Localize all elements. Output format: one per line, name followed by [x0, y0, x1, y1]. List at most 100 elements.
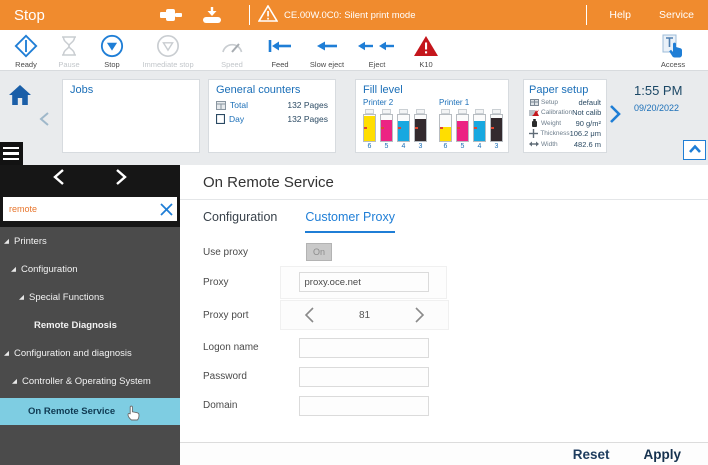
- ink-tank-yellow: 6: [363, 109, 376, 150]
- sidebar-item-printers[interactable]: ◢Printers: [0, 227, 180, 255]
- red-alert-triangle-icon: [413, 34, 439, 58]
- machine-status-label: Stop: [14, 7, 159, 24]
- search-input[interactable]: [3, 204, 155, 214]
- k10-alert-button[interactable]: K10: [400, 34, 452, 69]
- nav-forward-chevron-icon[interactable]: [114, 168, 128, 191]
- password-label: Password: [203, 371, 280, 382]
- access-button[interactable]: Access: [648, 34, 698, 69]
- help-button[interactable]: Help: [609, 9, 631, 21]
- sidebar-item-remote-diagnosis[interactable]: Remote Diagnosis: [0, 311, 180, 339]
- counter-row-total: Total 132 Pages: [216, 100, 328, 110]
- ink-tank-magenta: 5: [456, 109, 469, 150]
- decrement-chevron-icon[interactable]: [303, 306, 315, 324]
- general-counters-title: General counters: [216, 84, 328, 96]
- logon-name-label: Logon name: [203, 342, 280, 353]
- printer-action-toolbar: Ready Pause Stop Immediate stop Speed: [0, 30, 708, 71]
- tree-expand-icon: ◢: [4, 237, 9, 245]
- warning-message: CE.00W.0C0: Silent print mode: [284, 10, 415, 21]
- scroll-left-chevron-icon[interactable]: [38, 111, 50, 132]
- scroll-right-chevron-icon[interactable]: [608, 104, 621, 129]
- tab-configuration[interactable]: Configuration: [203, 210, 277, 233]
- top-status-bar: Stop CE.00W.0C0: Silent print mode Help …: [0, 0, 708, 30]
- customer-proxy-form: Use proxy On Proxy Proxy port 81: [180, 239, 708, 420]
- clock-panel: 1:55 PM 09/20/2022: [634, 83, 682, 113]
- fill-level-card[interactable]: Fill level Printer 2 6 5 4 3 Printer 1: [355, 79, 509, 153]
- apply-button[interactable]: Apply: [643, 447, 681, 462]
- proxy-port-value[interactable]: 81: [359, 310, 370, 321]
- dashboard-strip: Jobs General counters Total 132 Pages Da…: [0, 71, 708, 165]
- reset-button[interactable]: Reset: [573, 447, 610, 462]
- sidebar-item-on-remote-service[interactable]: On Remote Service: [0, 398, 180, 425]
- tree-expand-icon: ◢: [19, 293, 24, 301]
- sidebar-item-configuration[interactable]: ◢Configuration: [0, 255, 180, 283]
- paper-setup-title: Paper setup: [529, 84, 601, 96]
- thickness-icon: [529, 129, 538, 138]
- jobs-card[interactable]: Jobs: [62, 79, 200, 153]
- service-button[interactable]: Service: [659, 9, 694, 21]
- sidebar-item-configuration-and-diagnosis[interactable]: ◢Configuration and diagnosis: [0, 339, 180, 367]
- day-counter-icon: [216, 114, 225, 124]
- paper-row-thickness: Thickness 106.2 μm: [529, 129, 601, 138]
- warning-triangle-icon: [258, 5, 278, 25]
- clear-search-icon[interactable]: [155, 203, 177, 216]
- double-left-arrow-icon: [357, 34, 397, 58]
- printer-control-screen: Stop CE.00W.0C0: Silent print mode Help …: [0, 0, 708, 465]
- counter-row-day: Day 132 Pages: [216, 114, 328, 124]
- hand-cursor-icon: [126, 404, 141, 424]
- page-title: On Remote Service: [180, 165, 708, 199]
- paper-row-setup: Setup default: [529, 98, 601, 107]
- ink-tank-cyan: 4: [397, 109, 410, 150]
- ink-tank-black: 3: [414, 109, 427, 150]
- warning-banner[interactable]: CE.00W.0C0: Silent print mode: [258, 5, 415, 25]
- proxy-input[interactable]: [299, 272, 429, 292]
- stop-button[interactable]: Stop: [92, 34, 132, 69]
- form-row-logon-name: Logon name: [203, 333, 708, 362]
- pause-button[interactable]: Pause: [46, 34, 92, 69]
- use-proxy-toggle[interactable]: On: [306, 243, 332, 261]
- logon-name-input[interactable]: [299, 338, 429, 358]
- slow-eject-button[interactable]: Slow eject: [300, 34, 354, 69]
- stop-circle-icon: [100, 34, 124, 58]
- form-row-use-proxy: Use proxy On: [203, 239, 708, 265]
- sidebar-item-special-functions[interactable]: ◢Special Functions: [0, 283, 180, 311]
- general-counters-card[interactable]: General counters Total 132 Pages Day 132…: [208, 79, 336, 153]
- sidebar-search-area: [0, 193, 180, 227]
- password-input[interactable]: [299, 367, 429, 387]
- hourglass-icon: [59, 34, 79, 58]
- weight-icon: [529, 119, 539, 127]
- nav-back-chevron-icon[interactable]: [52, 168, 66, 191]
- speed-button[interactable]: Speed: [204, 34, 260, 69]
- domain-label: Domain: [203, 400, 280, 411]
- access-hand-icon: [661, 34, 685, 58]
- ready-button[interactable]: Ready: [6, 34, 46, 69]
- paper-row-calibration: Calibration Not calib: [529, 108, 601, 117]
- immediate-stop-circle-icon: [156, 34, 180, 58]
- tab-bar: Configuration Customer Proxy: [180, 200, 708, 233]
- ready-diamond-icon: [14, 34, 38, 58]
- time-display: 1:55 PM: [634, 83, 682, 98]
- date-display: 09/20/2022: [634, 103, 682, 113]
- tab-customer-proxy[interactable]: Customer Proxy: [305, 210, 395, 233]
- home-icon[interactable]: [8, 84, 32, 111]
- navigation-tree: ◢Printers ◢Configuration ◢Special Functi…: [0, 227, 180, 425]
- paper-setup-card[interactable]: Paper setup Setup default Calibration No…: [523, 79, 607, 153]
- form-row-password: Password: [203, 362, 708, 391]
- form-row-proxy-port: Proxy port 81: [203, 299, 708, 331]
- sidebar-item-controller-operating-system[interactable]: ◢Controller & Operating System: [0, 367, 180, 395]
- total-counter-icon: [216, 101, 226, 110]
- grid-icon: [529, 99, 539, 106]
- navigation-sidebar: ◢Printers ◢Configuration ◢Special Functi…: [0, 165, 180, 465]
- immediate-stop-button[interactable]: Immediate stop: [132, 34, 204, 69]
- form-row-domain: Domain: [203, 391, 708, 420]
- download-tray-icon[interactable]: [201, 7, 223, 24]
- proxy-port-stepper: 81: [280, 300, 449, 330]
- collapse-dashboard-button[interactable]: [683, 140, 706, 160]
- domain-input[interactable]: [299, 396, 429, 416]
- fill-level-title: Fill level: [363, 84, 501, 96]
- main-content: On Remote Service Configuration Customer…: [180, 165, 708, 465]
- connector-icon[interactable]: [159, 7, 183, 23]
- feed-button[interactable]: Feed: [260, 34, 300, 69]
- menu-hamburger-button[interactable]: [0, 142, 23, 165]
- eject-button[interactable]: Eject: [354, 34, 400, 69]
- increment-chevron-icon[interactable]: [414, 306, 426, 324]
